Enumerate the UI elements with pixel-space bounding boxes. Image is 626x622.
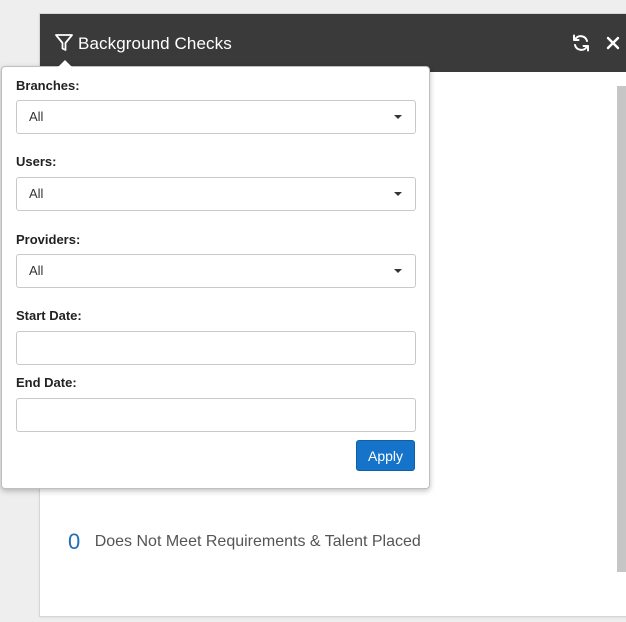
scrollbar[interactable] xyxy=(617,86,626,572)
start-date-input[interactable] xyxy=(26,333,406,363)
widget-title: Background Checks xyxy=(78,34,232,53)
chevron-down-icon xyxy=(394,192,402,196)
popover-arrow xyxy=(58,60,72,67)
metric-label: Does Not Meet Requirements & Talent Plac… xyxy=(94,533,421,550)
filter-popover: Branches: All Users: All Providers: All … xyxy=(1,60,430,489)
start-date-field xyxy=(16,331,416,365)
providers-select[interactable]: All xyxy=(16,254,416,288)
branches-select[interactable]: All xyxy=(16,100,416,134)
end-date-field xyxy=(16,398,416,432)
end-date-input[interactable] xyxy=(26,400,406,430)
users-select[interactable]: All xyxy=(16,177,416,211)
refresh-icon[interactable] xyxy=(571,33,591,53)
metric-row[interactable]: 0 Does Not Meet Requirements & Talent Pl… xyxy=(68,529,421,559)
users-label: Users: xyxy=(16,154,57,169)
providers-selected-value: All xyxy=(29,263,44,278)
apply-button[interactable]: Apply xyxy=(356,440,415,471)
chevron-down-icon xyxy=(394,269,402,273)
branches-label: Branches: xyxy=(16,78,80,93)
providers-label: Providers: xyxy=(16,232,81,247)
widget-header: Background Checks xyxy=(40,14,626,72)
branches-selected-value: All xyxy=(29,109,44,124)
close-icon[interactable] xyxy=(605,35,621,51)
end-date-label: End Date: xyxy=(16,375,77,390)
scrollbar-thumb[interactable] xyxy=(617,86,626,572)
metric-count: 0 xyxy=(68,529,81,554)
filter-icon[interactable] xyxy=(54,33,74,53)
users-selected-value: All xyxy=(29,186,44,201)
start-date-label: Start Date: xyxy=(16,308,82,323)
chevron-down-icon xyxy=(394,115,402,119)
